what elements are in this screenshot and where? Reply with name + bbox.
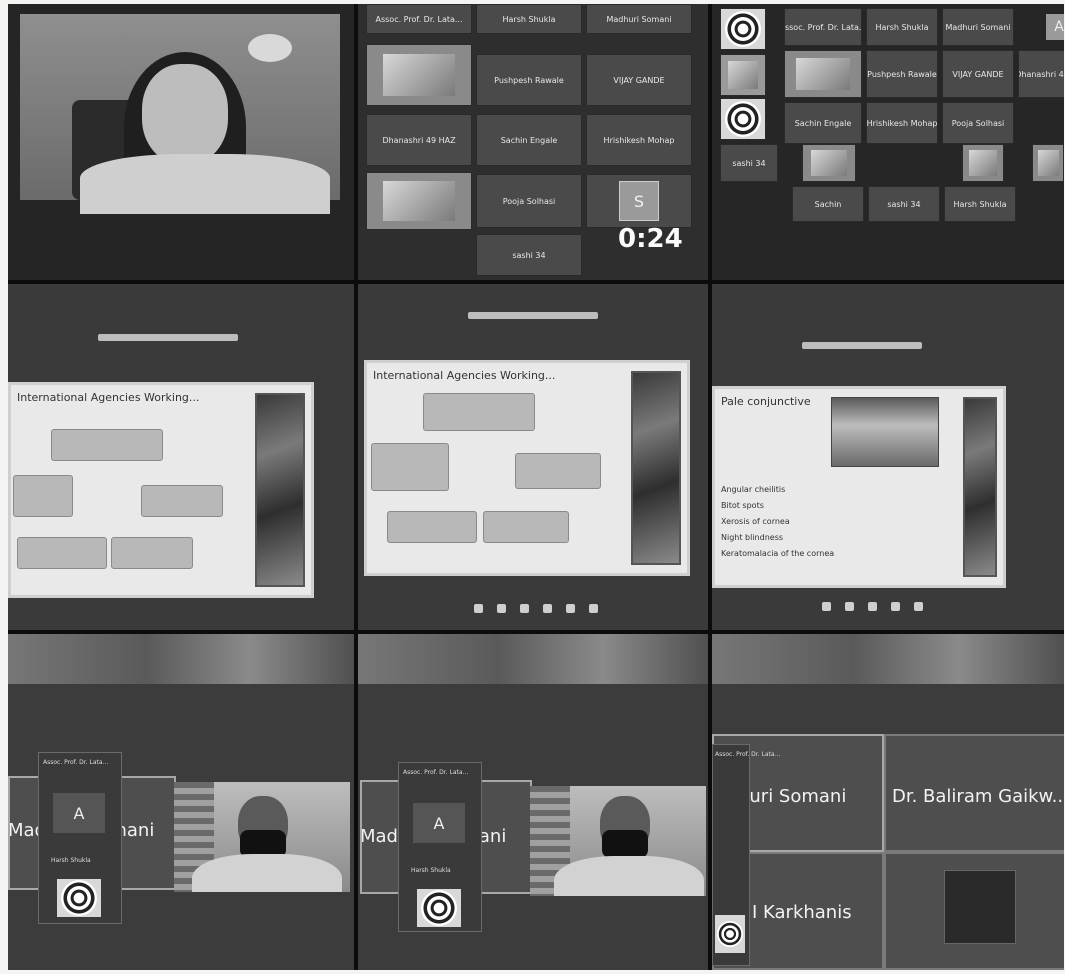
- meeting-controls[interactable]: [474, 604, 598, 613]
- share-icon[interactable]: [868, 602, 877, 611]
- presentation-slide: Pale conjunctive Angular cheilitis Bitot…: [712, 386, 1006, 588]
- screen-share-bar: [802, 342, 922, 349]
- slide-artwork: [631, 371, 681, 565]
- institution-logo-icon: [717, 921, 743, 947]
- participant-tile[interactable]: Madhuri Somani: [942, 8, 1014, 46]
- participant-tile[interactable]: Hrishikesh Mohap: [586, 114, 692, 166]
- participant-tile[interactable]: Madhuri Somani: [586, 4, 692, 34]
- participant-video-thumb[interactable]: [802, 144, 856, 182]
- slide-artwork: [963, 397, 997, 577]
- mic-icon[interactable]: [474, 604, 483, 613]
- slide-cell-middle: International Agencies Working...: [358, 284, 708, 630]
- bottom-cell-left: Madhuri Somani Assoc. Prof. Dr. Lata... …: [8, 634, 354, 970]
- avatar: A: [1046, 14, 1064, 40]
- participant-tile[interactable]: VIJAY GANDE: [942, 50, 1014, 98]
- slide-cell-right: Pale conjunctive Angular cheilitis Bitot…: [712, 284, 1064, 630]
- presentation-slide: International Agencies Working...: [364, 360, 690, 576]
- participant-tile[interactable]: Harsh Shukla: [476, 4, 582, 34]
- share-icon[interactable]: [520, 604, 529, 613]
- participant-video-thumb: [944, 870, 1016, 944]
- slide-cell-left: International Agencies Working...: [8, 284, 354, 630]
- participant-video-thumb[interactable]: [1032, 144, 1064, 182]
- participant-tile[interactable]: sashi 34: [868, 186, 940, 222]
- participant-tile[interactable]: Harsh Shukla: [944, 186, 1016, 222]
- participant-tile[interactable]: Sachin: [792, 186, 864, 222]
- participant-video-thumb[interactable]: [366, 44, 472, 106]
- participant-tile[interactable]: Sachin Engale: [784, 102, 862, 144]
- logo-tile: [57, 879, 101, 917]
- participant-panel[interactable]: Dr. Baliram Gaikw...: [884, 734, 1064, 852]
- logo-tile: [720, 8, 766, 50]
- floating-participant-sidebar[interactable]: Assoc. Prof. Dr. Lata... A Harsh Shukla: [398, 762, 482, 932]
- participant-video-thumb[interactable]: [720, 54, 766, 96]
- video-icon[interactable]: [497, 604, 506, 613]
- presentation-slide: International Agencies Working...: [8, 382, 314, 598]
- avatar: A: [53, 793, 105, 833]
- participant-tile[interactable]: Harsh Shukla: [866, 8, 938, 46]
- institution-logo-icon: [421, 890, 457, 926]
- lamp-icon: [248, 34, 292, 62]
- participants-icon[interactable]: [543, 604, 552, 613]
- grid-divider: [354, 4, 358, 970]
- slide-artwork: [255, 393, 305, 587]
- participant-tile[interactable]: Dhanashri 49: [1018, 50, 1064, 98]
- institution-logo-icon: [725, 11, 761, 47]
- participant-tile[interactable]: Sachin Engale: [476, 114, 582, 166]
- participant-tile[interactable]: sashi 34: [720, 144, 778, 182]
- participant-grid-right: sashi 34 Assoc. Prof. Dr. Lata... Harsh …: [712, 4, 1064, 280]
- grid-divider: [708, 4, 712, 970]
- bottom-cell-right: Madhuri Somani Dr. Baliram Gaikw... I Ka…: [712, 634, 1064, 970]
- chat-icon[interactable]: [914, 602, 923, 611]
- participant-video[interactable]: [530, 786, 706, 896]
- participant-tile[interactable]: Pushpesh Rawale: [476, 54, 582, 106]
- speaker-photo: [20, 14, 340, 214]
- participant-video-thumb[interactable]: [784, 50, 862, 98]
- participant-video-thumb[interactable]: [962, 144, 1004, 182]
- logo-tile: [720, 98, 766, 140]
- participant-tile[interactable]: Pooja Solhasi: [476, 174, 582, 228]
- participant-tile[interactable]: S: [586, 174, 692, 228]
- participant-video-thumb[interactable]: [366, 172, 472, 230]
- grid-divider: [8, 630, 1064, 634]
- mic-icon[interactable]: [822, 602, 831, 611]
- avatar: S: [619, 181, 659, 221]
- speaker-video-cell[interactable]: [8, 4, 354, 280]
- bottom-cell-middle: Madhuri Somani Assoc. Prof. Dr. Lata... …: [358, 634, 708, 970]
- screen-share-bar: [98, 334, 238, 341]
- participant-tile[interactable]: Dhanashri 49 HAZ: [366, 114, 472, 166]
- participant-tile[interactable]: Pooja Solhasi: [942, 102, 1014, 144]
- avatar: A: [413, 803, 465, 843]
- floating-participant-sidebar[interactable]: Assoc. Prof. Dr. Lata...: [712, 744, 780, 966]
- background-screen: [712, 634, 1064, 684]
- logo-tile: [417, 889, 461, 927]
- participant-tile[interactable]: Assoc. Prof. Dr. Lata...: [784, 8, 862, 46]
- participant-tile[interactable]: Assoc. Prof. Dr. Lata...: [366, 4, 472, 34]
- recording-timer: 0:24: [618, 224, 683, 254]
- logo-tile: [715, 915, 745, 953]
- participant-video[interactable]: [174, 782, 350, 892]
- meeting-controls[interactable]: [822, 602, 923, 611]
- meeting-collage: Assoc. Prof. Dr. Lata... Harsh Shukla Ma…: [8, 4, 1064, 970]
- participant-tile[interactable]: Pushpesh Rawale: [866, 50, 938, 98]
- participants-icon[interactable]: [891, 602, 900, 611]
- screen-share-bar: [468, 312, 598, 319]
- slide-photo: [831, 397, 939, 467]
- floating-participant-sidebar[interactable]: Assoc. Prof. Dr. Lata... A Harsh Shukla: [38, 752, 122, 924]
- background-screen: [8, 634, 354, 684]
- participant-tile[interactable]: Hrishikesh Mohap: [866, 102, 938, 144]
- more-icon[interactable]: [589, 604, 598, 613]
- video-icon[interactable]: [845, 602, 854, 611]
- grid-divider: [8, 280, 1064, 284]
- participant-panel[interactable]: [884, 852, 1064, 970]
- background-screen: [358, 634, 708, 684]
- participant-tile[interactable]: sashi 34: [476, 234, 582, 276]
- participant-tile[interactable]: VIJAY GANDE: [586, 54, 692, 106]
- institution-logo-icon: [61, 880, 97, 916]
- institution-logo-icon: [725, 101, 761, 137]
- chat-icon[interactable]: [566, 604, 575, 613]
